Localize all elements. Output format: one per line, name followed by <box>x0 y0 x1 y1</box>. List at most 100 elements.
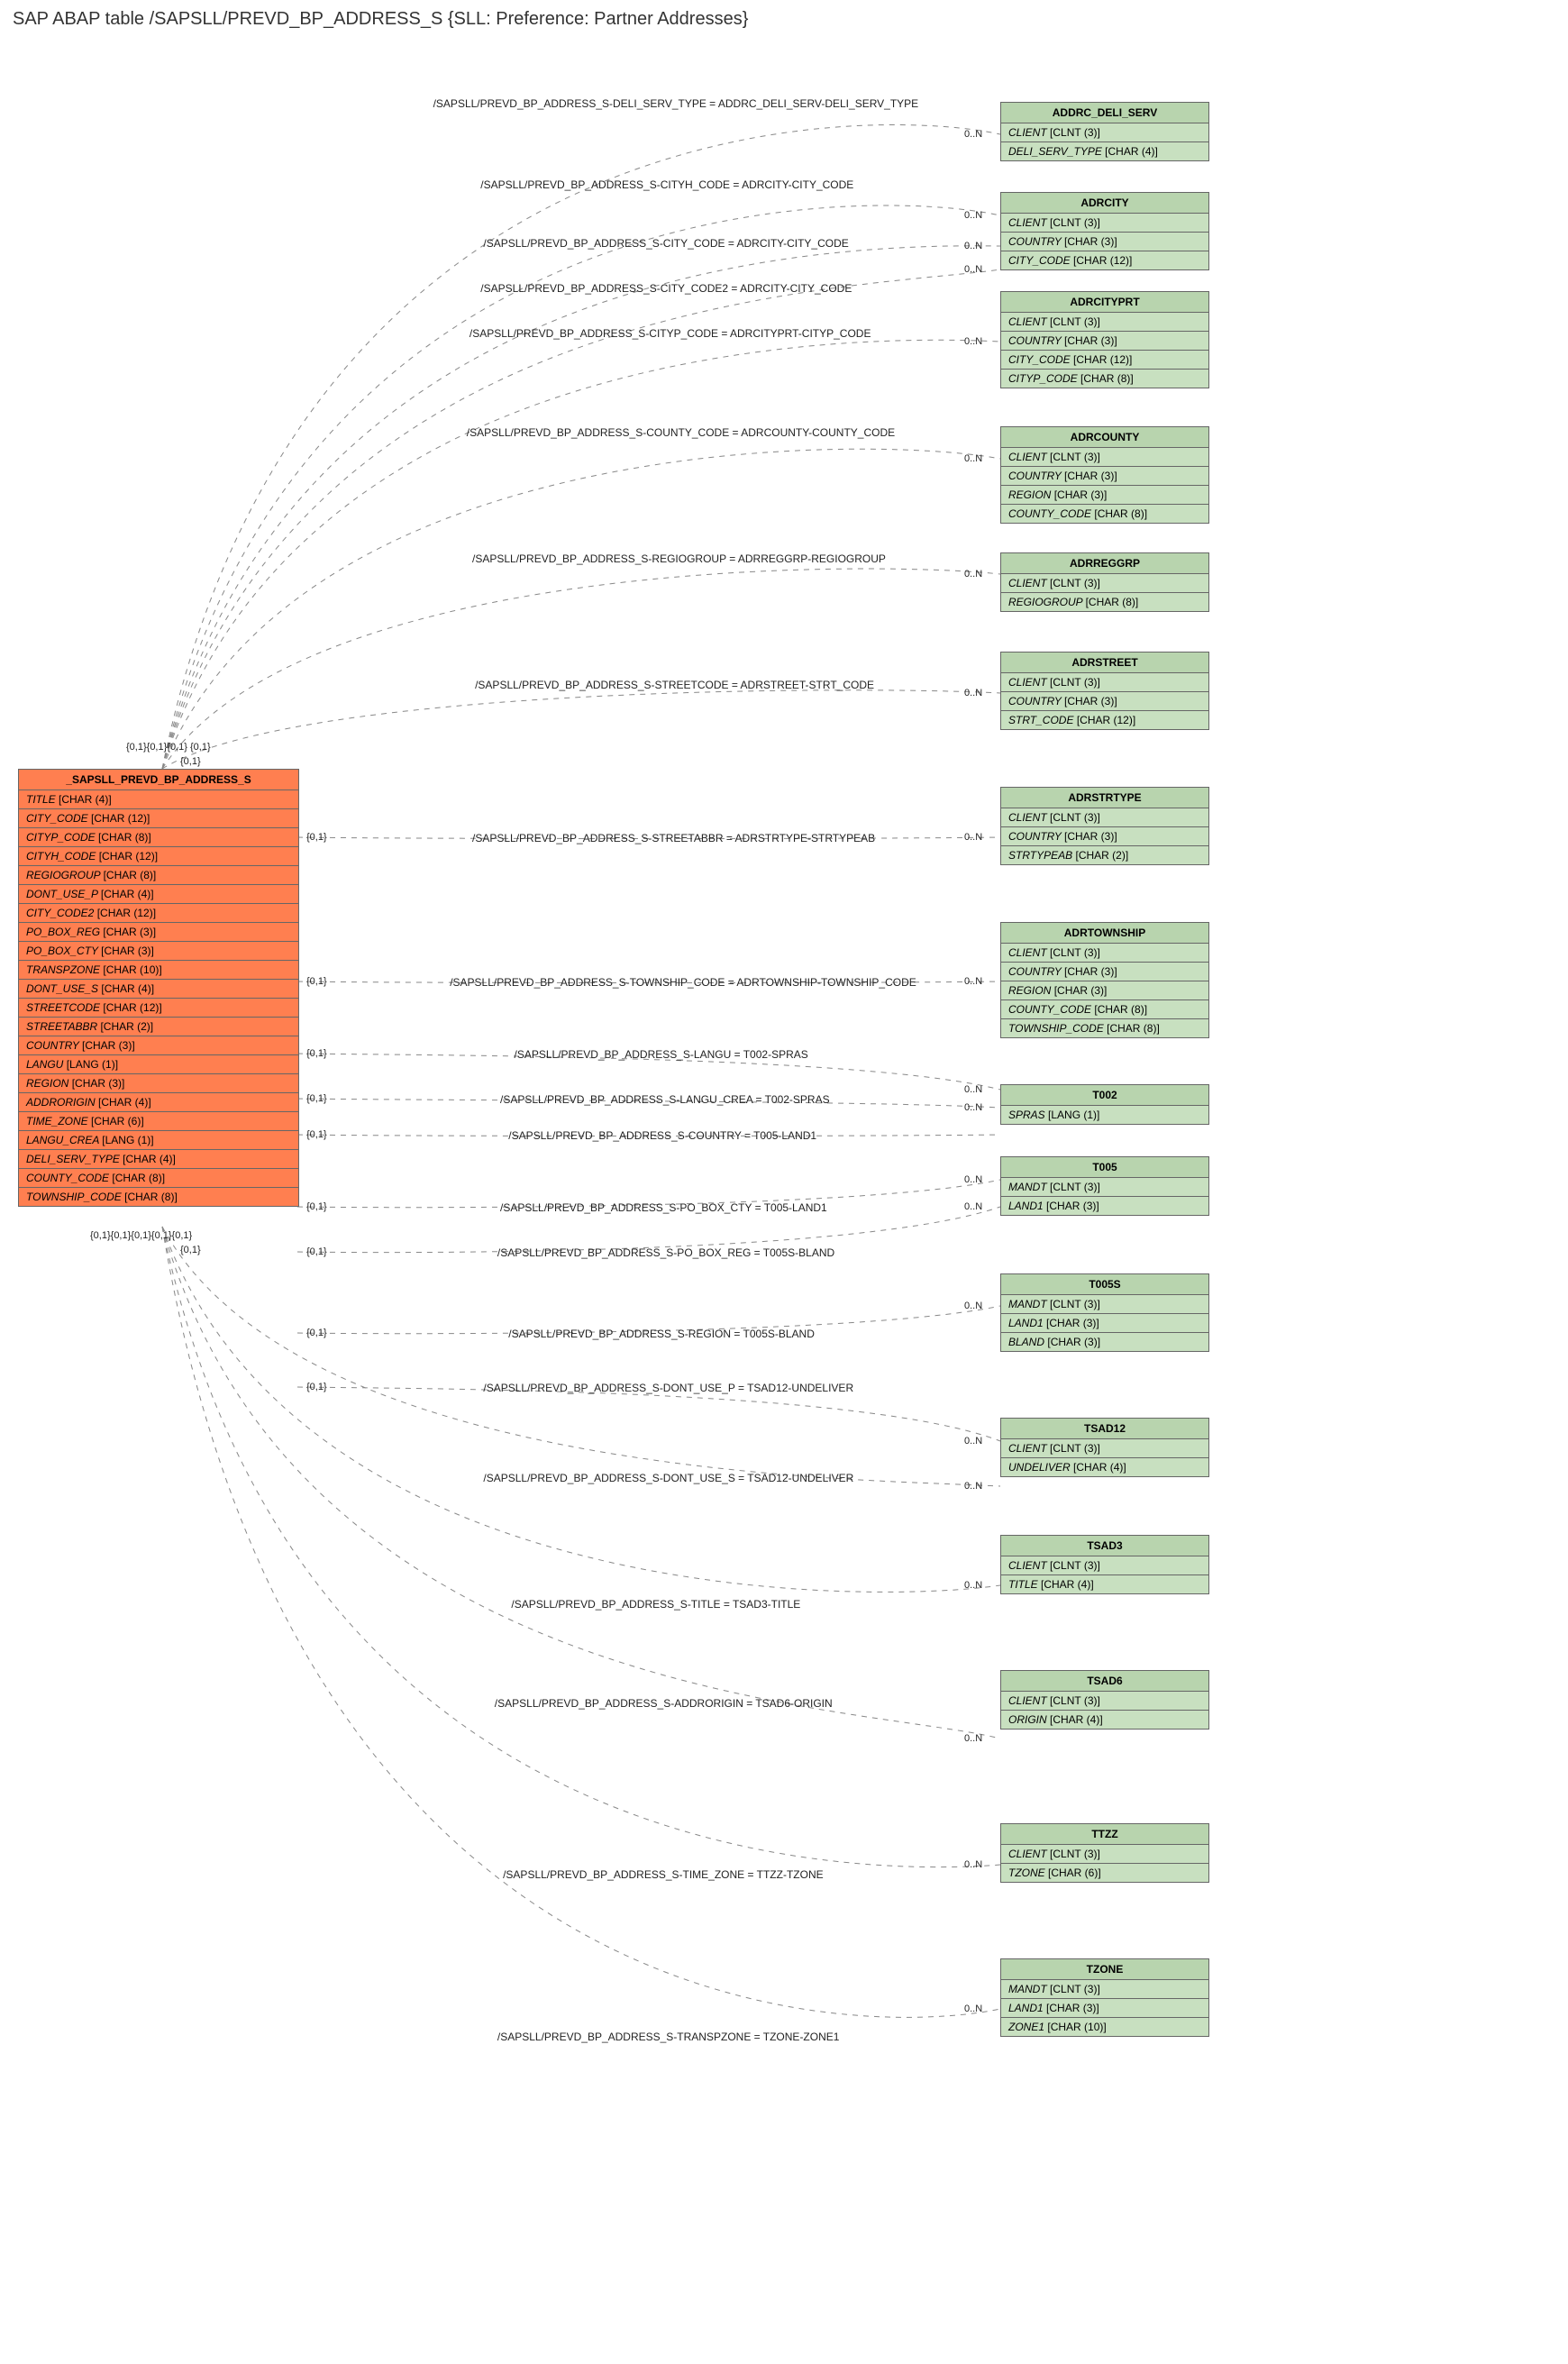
relation-label: /SAPSLL/PREVD_BP_ADDRESS_S-DONT_USE_S = … <box>483 1472 853 1484</box>
target-entity: T005MANDT [CLNT (3)]LAND1 [CHAR (3)] <box>1000 1156 1209 1216</box>
right-cardinality: 0..N <box>964 2003 982 2014</box>
right-cardinality: 0..N <box>964 1481 982 1492</box>
target-entity-name: TSAD3 <box>1001 1536 1208 1556</box>
target-entity-name: ADRCITYPRT <box>1001 292 1208 313</box>
source-field: TRANSPZONE [CHAR (10)] <box>19 961 298 980</box>
source-field: REGIOGROUP [CHAR (8)] <box>19 866 298 885</box>
right-cardinality: 0..N <box>964 1084 982 1095</box>
target-field: COUNTRY [CHAR (3)] <box>1001 963 1208 981</box>
source-field: DONT_USE_P [CHAR (4)] <box>19 885 298 904</box>
relation-label: /SAPSLL/PREVD_BP_ADDRESS_S-CITY_CODE2 = … <box>480 282 852 295</box>
source-bot-card2: {0,1} <box>180 1245 201 1255</box>
right-cardinality: 0..N <box>964 688 982 698</box>
source-field: LANGU_CREA [LANG (1)] <box>19 1131 298 1150</box>
target-entity-name: ADRSTREET <box>1001 653 1208 673</box>
target-field: CLIENT [CLNT (3)] <box>1001 944 1208 963</box>
target-field: CLIENT [CLNT (3)] <box>1001 808 1208 827</box>
target-field: DELI_SERV_TYPE [CHAR (4)] <box>1001 142 1208 160</box>
source-field: DONT_USE_S [CHAR (4)] <box>19 980 298 999</box>
right-cardinality: 0..N <box>964 1436 982 1447</box>
right-cardinality: 0..N <box>964 1174 982 1185</box>
right-cardinality: 0..N <box>964 1580 982 1591</box>
left-cardinality: {0,1} <box>306 976 327 987</box>
target-field: CLIENT [CLNT (3)] <box>1001 673 1208 692</box>
source-bot-cards: {0,1}{0,1}{0,1}{0,1}{0,1} <box>90 1230 192 1241</box>
source-mid-card: {0,1} <box>180 756 201 767</box>
target-entity: ADRSTRTYPECLIENT [CLNT (3)]COUNTRY [CHAR… <box>1000 787 1209 865</box>
target-field: CLIENT [CLNT (3)] <box>1001 448 1208 467</box>
relation-label: /SAPSLL/PREVD_BP_ADDRESS_S-DONT_USE_P = … <box>483 1382 853 1394</box>
left-cardinality: {0,1} <box>306 832 327 843</box>
right-cardinality: 0..N <box>964 976 982 987</box>
target-entity: TSAD6CLIENT [CLNT (3)]ORIGIN [CHAR (4)] <box>1000 1670 1209 1730</box>
right-cardinality: 0..N <box>964 336 982 347</box>
left-cardinality: {0,1} <box>306 1382 327 1392</box>
target-entity-name: ADDRC_DELI_SERV <box>1001 103 1208 123</box>
source-field: TOWNSHIP_CODE [CHAR (8)] <box>19 1188 298 1206</box>
target-entity-name: T005 <box>1001 1157 1208 1178</box>
right-cardinality: 0..N <box>964 1301 982 1311</box>
target-field: CLIENT [CLNT (3)] <box>1001 1845 1208 1864</box>
target-field: UNDELIVER [CHAR (4)] <box>1001 1458 1208 1476</box>
target-field: CLIENT [CLNT (3)] <box>1001 1556 1208 1575</box>
source-field: PO_BOX_REG [CHAR (3)] <box>19 923 298 942</box>
relation-label: /SAPSLL/PREVD_BP_ADDRESS_S-STREETCODE = … <box>475 679 874 691</box>
page-title: SAP ABAP table /SAPSLL/PREVD_BP_ADDRESS_… <box>9 9 1568 30</box>
target-field: CLIENT [CLNT (3)] <box>1001 1692 1208 1711</box>
relation-label: /SAPSLL/PREVD_BP_ADDRESS_S-TITLE = TSAD3… <box>511 1598 800 1611</box>
relation-label: /SAPSLL/PREVD_BP_ADDRESS_S-TRANSPZONE = … <box>497 2031 840 2043</box>
target-field: CITY_CODE [CHAR (12)] <box>1001 251 1208 269</box>
right-cardinality: 0..N <box>964 1102 982 1113</box>
target-field: COUNTY_CODE [CHAR (8)] <box>1001 505 1208 523</box>
target-field: CITY_CODE [CHAR (12)] <box>1001 351 1208 370</box>
target-field: REGIOGROUP [CHAR (8)] <box>1001 593 1208 611</box>
relation-label: /SAPSLL/PREVD_BP_ADDRESS_S-REGION = T005… <box>508 1328 815 1340</box>
relation-label: /SAPSLL/PREVD_BP_ADDRESS_S-TIME_ZONE = T… <box>503 1868 824 1881</box>
source-field: DELI_SERV_TYPE [CHAR (4)] <box>19 1150 298 1169</box>
right-cardinality: 0..N <box>964 210 982 221</box>
source-field: COUNTRY [CHAR (3)] <box>19 1036 298 1055</box>
target-field: REGION [CHAR (3)] <box>1001 981 1208 1000</box>
target-field: CLIENT [CLNT (3)] <box>1001 313 1208 332</box>
relation-label: /SAPSLL/PREVD_BP_ADDRESS_S-PO_BOX_REG = … <box>497 1246 834 1259</box>
target-field: CLIENT [CLNT (3)] <box>1001 214 1208 233</box>
target-entity: ADRCITYPRTCLIENT [CLNT (3)]COUNTRY [CHAR… <box>1000 291 1209 388</box>
source-field: CITYP_CODE [CHAR (8)] <box>19 828 298 847</box>
left-cardinality: {0,1} <box>306 1246 327 1257</box>
relation-label: /SAPSLL/PREVD_BP_ADDRESS_S-REGIOGROUP = … <box>472 552 886 565</box>
source-field: STREETCODE [CHAR (12)] <box>19 999 298 1018</box>
source-field: PO_BOX_CTY [CHAR (3)] <box>19 942 298 961</box>
target-entity: TSAD12CLIENT [CLNT (3)]UNDELIVER [CHAR (… <box>1000 1418 1209 1477</box>
source-field: LANGU [LANG (1)] <box>19 1055 298 1074</box>
source-field: CITY_CODE [CHAR (12)] <box>19 809 298 828</box>
target-entity-name: TZONE <box>1001 1959 1208 1980</box>
target-field: CLIENT [CLNT (3)] <box>1001 123 1208 142</box>
right-cardinality: 0..N <box>964 1733 982 1744</box>
right-cardinality: 0..N <box>964 453 982 464</box>
target-entity: T002SPRAS [LANG (1)] <box>1000 1084 1209 1125</box>
target-field: REGION [CHAR (3)] <box>1001 486 1208 505</box>
source-field: REGION [CHAR (3)] <box>19 1074 298 1093</box>
target-field: STRT_CODE [CHAR (12)] <box>1001 711 1208 729</box>
target-field: MANDT [CLNT (3)] <box>1001 1178 1208 1197</box>
left-cardinality: {0,1} <box>306 1048 327 1059</box>
target-entity-name: TTZZ <box>1001 1824 1208 1845</box>
source-entity-name: _SAPSLL_PREVD_BP_ADDRESS_S <box>19 770 298 790</box>
target-field: ORIGIN [CHAR (4)] <box>1001 1711 1208 1729</box>
right-cardinality: 0..N <box>964 569 982 580</box>
target-field: COUNTRY [CHAR (3)] <box>1001 467 1208 486</box>
relation-label: /SAPSLL/PREVD_BP_ADDRESS_S-LANGU = T002-… <box>515 1048 808 1061</box>
target-entity-name: ADRREGGRP <box>1001 553 1208 574</box>
target-entity: ADRREGGRPCLIENT [CLNT (3)]REGIOGROUP [CH… <box>1000 552 1209 612</box>
target-field: COUNTRY [CHAR (3)] <box>1001 233 1208 251</box>
relation-label: /SAPSLL/PREVD_BP_ADDRESS_S-CITYH_CODE = … <box>480 178 853 191</box>
right-cardinality: 0..N <box>964 1201 982 1212</box>
relation-label: /SAPSLL/PREVD_BP_ADDRESS_S-ADDRORIGIN = … <box>495 1697 833 1710</box>
target-field: SPRAS [LANG (1)] <box>1001 1106 1208 1124</box>
source-entity: _SAPSLL_PREVD_BP_ADDRESS_S TITLE [CHAR (… <box>18 769 299 1207</box>
relation-label: /SAPSLL/PREVD_BP_ADDRESS_S-DELI_SERV_TYP… <box>433 97 919 110</box>
target-entity: ADRSTREETCLIENT [CLNT (3)]COUNTRY [CHAR … <box>1000 652 1209 730</box>
source-field: CITYH_CODE [CHAR (12)] <box>19 847 298 866</box>
left-cardinality: {0,1} <box>306 1201 327 1212</box>
right-cardinality: 0..N <box>964 1859 982 1870</box>
